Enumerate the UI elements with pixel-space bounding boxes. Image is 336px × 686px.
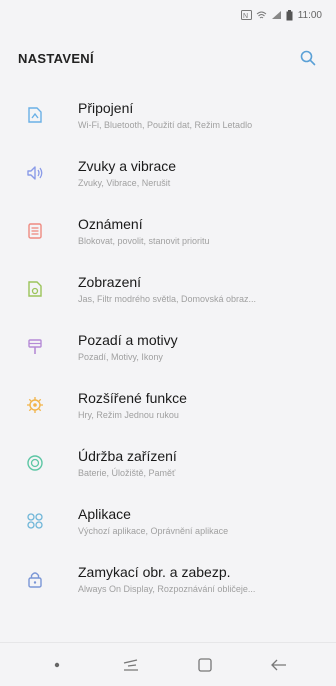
item-title: Zobrazení — [78, 274, 142, 290]
status-time: 11:00 — [297, 9, 322, 21]
search-icon — [300, 50, 316, 66]
settings-item-wallpapers[interactable]: Pozadí a motivy Pozadí, Motivy, Ikony — [0, 318, 336, 376]
item-title: Připojení — [78, 100, 134, 116]
home-button[interactable] — [192, 652, 218, 678]
home-icon — [198, 657, 212, 672]
settings-item-apps[interactable]: Aplikace Výchozí aplikace, Oprávnění apl… — [0, 492, 336, 550]
settings-item-display[interactable]: Zobrazení Jas, Filtr modrého světla, Dom… — [0, 260, 336, 318]
item-title: Pozadí a motivy — [78, 332, 178, 348]
wallpaper-icon — [24, 336, 46, 358]
item-title: Aplikace — [78, 506, 131, 522]
settings-item-sounds[interactable]: Zvuky a vibrace Zvuky, Vibrace, Nerušit — [0, 144, 336, 202]
battery-icon — [286, 9, 293, 20]
item-subtitle: Baterie, Úložiště, Paměť — [78, 468, 176, 478]
recent-apps-icon — [123, 658, 138, 671]
status-bar: N 11:00 — [0, 0, 336, 30]
dot-icon — [54, 662, 60, 667]
back-button[interactable] — [266, 652, 292, 678]
notifications-icon — [24, 220, 46, 242]
lock-screen-icon — [24, 568, 46, 590]
item-subtitle: Wi-Fi, Bluetooth, Použití dat, Režim Let… — [78, 120, 253, 130]
device-maintenance-icon — [24, 452, 46, 474]
item-title: Rozšířené funkce — [78, 390, 187, 406]
navigation-bar — [0, 642, 336, 686]
back-icon — [271, 659, 286, 670]
item-subtitle: Always On Display, Rozpoznávání obličeje… — [78, 584, 256, 594]
settings-header: NASTAVENÍ — [0, 30, 336, 86]
settings-item-lock-screen[interactable]: Zamykací obr. a zabezp. Always On Displa… — [0, 550, 336, 608]
wifi-icon — [256, 11, 267, 19]
item-subtitle: Zvuky, Vibrace, Nerušit — [78, 178, 171, 188]
settings-item-connections[interactable]: Připojení Wi-Fi, Bluetooth, Použití dat,… — [0, 86, 336, 144]
display-icon — [24, 278, 46, 300]
item-subtitle: Jas, Filtr modrého světla, Domovská obra… — [78, 294, 257, 304]
item-title: Zamykací obr. a zabezp. — [78, 564, 231, 580]
item-subtitle: Blokovat, povolit, stanovit prioritu — [78, 236, 210, 246]
nfc-icon: N — [240, 10, 252, 20]
item-subtitle: Pozadí, Motivy, Ikony — [78, 352, 163, 362]
item-title: Údržba zařízení — [78, 448, 177, 464]
item-subtitle: Hry, Režim Jednou rukou — [78, 410, 179, 420]
settings-item-device-maintenance[interactable]: Údržba zařízení Baterie, Úložiště, Paměť — [0, 434, 336, 492]
item-subtitle: Výchozí aplikace, Oprávnění aplikace — [78, 526, 229, 536]
apps-icon — [24, 510, 46, 532]
signal-icon — [271, 11, 281, 19]
recent-apps-button[interactable] — [118, 652, 144, 678]
settings-item-notifications[interactable]: Oznámení Blokovat, povolit, stanovit pri… — [0, 202, 336, 260]
settings-list: Připojení Wi-Fi, Bluetooth, Použití dat,… — [0, 86, 336, 608]
advanced-features-icon — [24, 394, 46, 416]
svg-text:N: N — [243, 13, 248, 20]
nav-dot-button[interactable] — [44, 652, 70, 678]
item-title: Zvuky a vibrace — [78, 158, 177, 174]
search-button[interactable] — [298, 48, 318, 68]
sound-icon — [24, 162, 46, 184]
item-title: Oznámení — [78, 216, 143, 232]
settings-item-advanced-features[interactable]: Rozšířené funkce Hry, Režim Jednou rukou — [0, 376, 336, 434]
connections-icon — [24, 104, 46, 126]
status-icons: N — [240, 9, 293, 21]
page-title: NASTAVENÍ — [18, 50, 94, 66]
